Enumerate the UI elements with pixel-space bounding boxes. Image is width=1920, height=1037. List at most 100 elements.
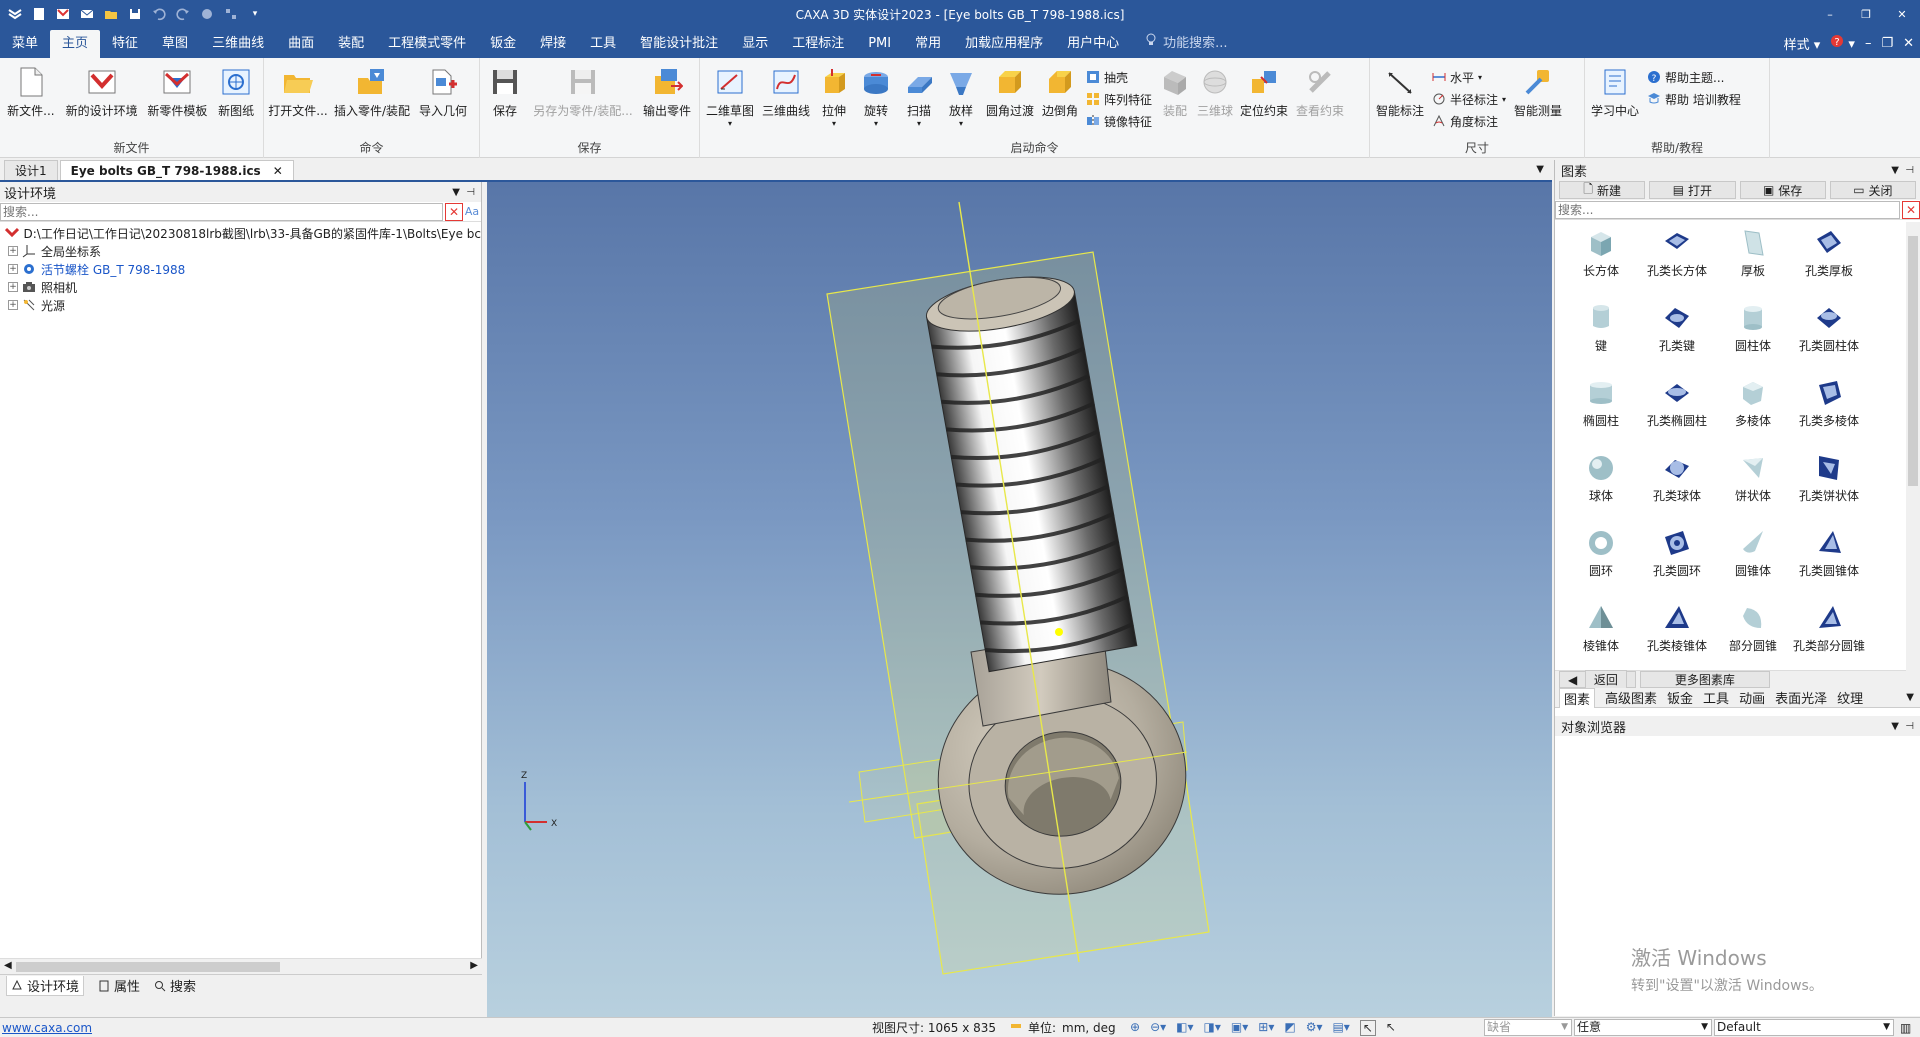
element-hole-prism[interactable]: 孔类多棱体 [1791, 374, 1867, 449]
tab-surface-finish[interactable]: 表面光泽 [1775, 688, 1827, 707]
training-tutorial-button[interactable]: 帮助 培训教程 [1647, 90, 1741, 108]
element-cuboid[interactable]: 长方体 [1563, 224, 1639, 299]
element-pyramid[interactable]: 棱锥体 [1563, 599, 1639, 670]
tab-animation[interactable]: 动画 [1739, 688, 1765, 707]
doc-tab-design1[interactable]: 设计1 [4, 160, 58, 180]
tab-pmi[interactable]: PMI [856, 30, 903, 58]
pick-arrow-icon[interactable]: ↖ [1386, 1020, 1396, 1036]
search-options-icon[interactable]: Aa [463, 205, 481, 218]
angle-dimension-button[interactable]: 角度标注 [1432, 112, 1506, 130]
select-arrow-icon[interactable]: ↖ [1359, 1019, 1376, 1036]
tab-sheet-metal[interactable]: 钣金 [478, 30, 528, 58]
tab-surface[interactable]: 曲面 [276, 30, 326, 58]
tab-tool-elements[interactable]: 工具 [1703, 688, 1729, 707]
minimize-button[interactable]: – [1812, 0, 1848, 28]
element-cone[interactable]: 圆锥体 [1715, 524, 1791, 599]
element-sphere[interactable]: 球体 [1563, 449, 1639, 524]
mdi-close-button[interactable]: ✕ [1903, 36, 1914, 51]
tree-row-eye-bolt[interactable]: + 活节螺栓 GB_T 798-1988 [0, 260, 481, 278]
tab-design-env[interactable]: 设计环境 [6, 975, 85, 996]
style-menu[interactable]: 样式 ▾ [1784, 34, 1821, 53]
tab-load-apps[interactable]: 加载应用程序 [953, 30, 1055, 58]
filter-icon[interactable]: ⚙▾ [1306, 1020, 1323, 1036]
3d-viewport[interactable]: Z X [487, 182, 1552, 1017]
section-icon[interactable]: ⊞▾ [1258, 1020, 1274, 1036]
element-hole-key[interactable]: 孔类键 [1639, 299, 1715, 374]
horizontal-dimension-button[interactable]: 水平 ▾ [1432, 68, 1506, 86]
tab-engineering-part[interactable]: 工程模式零件 [376, 30, 478, 58]
tab-welding[interactable]: 焊接 [528, 30, 578, 58]
element-hole-cylinder[interactable]: 孔类圆柱体 [1791, 299, 1867, 374]
expand-icon[interactable]: + [8, 246, 18, 256]
element-hole-cuboid[interactable]: 孔类长方体 [1639, 224, 1715, 299]
unit-readout[interactable]: 单位: mm, deg [1010, 1019, 1116, 1036]
tab-texture[interactable]: 纹理 [1837, 688, 1863, 707]
element-pie[interactable]: 饼状体 [1715, 449, 1791, 524]
display-mode-icon[interactable]: ◨▾ [1204, 1020, 1221, 1036]
refresh-icon[interactable] [198, 5, 216, 23]
app-logo-icon[interactable] [6, 5, 24, 23]
tree-search-input[interactable] [0, 202, 443, 221]
redo-icon[interactable] [174, 5, 192, 23]
element-hole-pyramid[interactable]: 孔类棱锥体 [1639, 599, 1715, 670]
tree-row-root[interactable]: D:\工作日记\工作日记\20230818lrb截图\lrb\33-具备GB的紧… [0, 224, 481, 242]
tab-engineering-dimension[interactable]: 工程标注 [780, 30, 856, 58]
restore-button[interactable]: ❐ [1848, 0, 1884, 28]
element-prism[interactable]: 多棱体 [1715, 374, 1791, 449]
open-catalog-button[interactable]: ▤ 打开 [1649, 181, 1736, 199]
doc-tab-eye-bolts[interactable]: Eye bolts GB_T 798-1988.ics ✕ [59, 160, 294, 180]
expand-icon[interactable]: + [8, 264, 18, 274]
tree-row-global-coords[interactable]: + 全局坐标系 [0, 242, 481, 260]
element-torus[interactable]: 圆环 [1563, 524, 1639, 599]
tab-home[interactable]: 主页 [50, 30, 101, 58]
element-cylinder[interactable]: 圆柱体 [1715, 299, 1791, 374]
element-plate[interactable]: 厚板 [1715, 224, 1791, 299]
tab-smart-annotation[interactable]: 智能设计批注 [628, 30, 730, 58]
view-cube-icon[interactable]: ◧▾ [1176, 1020, 1193, 1036]
element-hole-cone[interactable]: 孔类圆锥体 [1791, 524, 1867, 599]
pattern-feature-button[interactable]: 阵列特征 [1086, 90, 1152, 108]
light-mode-icon[interactable]: ◩ [1284, 1020, 1295, 1036]
clear-search-icon[interactable]: ✕ [445, 202, 463, 221]
tabs-dropdown-icon[interactable]: ▼ [1536, 164, 1544, 175]
elements-vertical-scrollbar[interactable] [1906, 222, 1920, 672]
tab-properties[interactable]: 属性 [98, 976, 140, 995]
new-design-icon[interactable] [54, 5, 72, 23]
tab-advanced-elements[interactable]: 高级图素 [1605, 688, 1657, 707]
tab-tools[interactable]: 工具 [578, 30, 628, 58]
new-file-icon[interactable] [30, 5, 48, 23]
element-hole-plate[interactable]: 孔类厚板 [1791, 224, 1867, 299]
caxa-website-link[interactable]: www.caxa.com [0, 1021, 92, 1035]
customize-dropdown-icon[interactable]: ▾ [246, 5, 264, 23]
panel-pin-icon[interactable]: ▼ ⊣ [1891, 165, 1914, 176]
help-icon[interactable]: ? ▾ [1830, 34, 1855, 52]
element-hole-pie[interactable]: 孔类饼状体 [1791, 449, 1867, 524]
scroll-right-icon[interactable]: ▶ [470, 960, 478, 971]
tab-sheet-metal-elements[interactable]: 钣金 [1667, 688, 1693, 707]
element-hole-sphere[interactable]: 孔类球体 [1639, 449, 1715, 524]
render-mode-icon[interactable]: ▣▾ [1231, 1020, 1248, 1036]
tab-sketch[interactable]: 草图 [150, 30, 200, 58]
undo-icon[interactable] [150, 5, 168, 23]
panel-pin-icon[interactable]: ▼ ⊣ [452, 187, 475, 198]
feature-search[interactable]: 功能搜索... [1131, 30, 1228, 58]
scroll-thumb[interactable] [1908, 236, 1918, 486]
save-catalog-button[interactable]: ▣ 保存 [1739, 181, 1826, 199]
save-icon[interactable] [126, 5, 144, 23]
tab-menu[interactable]: 菜单 [0, 30, 50, 58]
style-select[interactable]: Default ▼ [1714, 1019, 1894, 1036]
scroll-left-icon[interactable]: ◀ [4, 960, 12, 971]
element-hole-partial-cone[interactable]: 孔类部分圆锥 [1791, 599, 1867, 670]
tabs-dropdown-icon[interactable]: ▼ [1906, 692, 1914, 703]
expand-icon[interactable]: + [8, 300, 18, 310]
elements-search-input[interactable] [1555, 200, 1900, 219]
more-library-button[interactable]: 更多图素库 [1639, 671, 1770, 688]
tab-search[interactable]: 搜索 [154, 976, 196, 995]
tab-elements[interactable]: 图素 [1559, 687, 1596, 708]
radius-dimension-button[interactable]: 半径标注 ▾ [1432, 90, 1506, 108]
shell-button[interactable]: 抽壳 [1086, 68, 1152, 86]
mail-icon[interactable] [78, 5, 96, 23]
close-catalog-button[interactable]: ▭ 关闭 [1829, 181, 1916, 199]
element-elliptic-cylinder[interactable]: 椭圆柱 [1563, 374, 1639, 449]
mirror-feature-button[interactable]: 镜像特征 [1086, 112, 1152, 130]
